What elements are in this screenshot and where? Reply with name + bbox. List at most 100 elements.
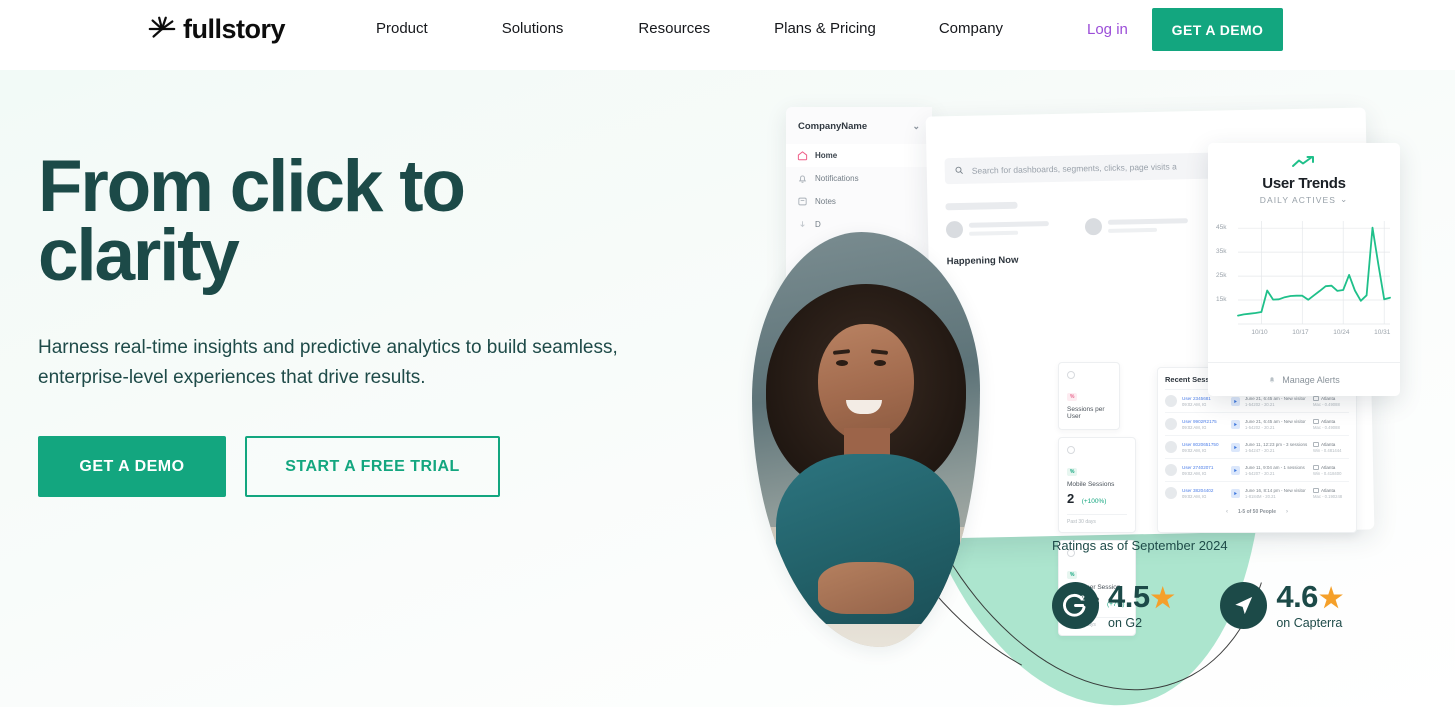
session-desc-sub: 1-54207 - 20.21: [1245, 470, 1275, 476]
home-icon: [797, 150, 808, 161]
logo-text: fullstory: [183, 14, 286, 44]
logo[interactable]: fullstory: [147, 14, 286, 44]
trend-card-subtitle[interactable]: DAILY ACTIVES ⌄: [1208, 194, 1400, 205]
session-user-sub: 09:02 AM, IG: [1182, 424, 1207, 430]
monitor-icon: [1313, 395, 1319, 401]
user-trends-chart: 15k 25k 35k 45k 10/10 10/17 10/24 10/31: [1216, 217, 1392, 342]
bell-icon: [797, 173, 808, 184]
session-location-sub: Mac - 0.49088: [1313, 401, 1340, 407]
note-icon: [797, 196, 808, 207]
chevron-down-icon: ⌄: [1340, 194, 1349, 204]
play-icon[interactable]: [1231, 442, 1240, 452]
play-icon[interactable]: [1231, 465, 1240, 475]
bell-icon: [1268, 375, 1276, 384]
star-icon: ★: [1318, 583, 1343, 613]
header-get-a-demo-button[interactable]: GET A DEMO: [1152, 8, 1283, 51]
manage-alerts-label: Manage Alerts: [1282, 374, 1340, 385]
session-user: User 27402071: [1182, 464, 1214, 470]
sidebar-item-label: D: [815, 220, 821, 229]
rating-badge-capterra: 4.6 ★ on Capterra: [1220, 579, 1343, 630]
table-row[interactable]: User 8020651750 09:02 AM, IG June 11, 12…: [1165, 435, 1349, 458]
company-selector[interactable]: CompanyName ⌄: [786, 107, 932, 144]
pagination-prev[interactable]: ‹: [1226, 509, 1228, 515]
table-row[interactable]: User 9902R2175 09:02 AM, IG June 21, 6:4…: [1165, 412, 1349, 435]
session-user-sub: 09:02 AM, IG: [1182, 447, 1207, 453]
hero-page: fullstory Product Solutions Resources Pl…: [0, 0, 1455, 707]
sidebar-item-label: Notifications: [815, 174, 859, 183]
session-location: Atlanta: [1321, 464, 1336, 470]
session-location: Atlanta: [1321, 395, 1336, 401]
rating-score: 4.6: [1276, 579, 1318, 614]
monitor-icon: [1313, 487, 1319, 493]
session-location: Atlanta: [1321, 441, 1336, 447]
ratings-block: Ratings as of September 2024 2 4.5 ★ on …: [1052, 538, 1343, 630]
nav-item-solutions[interactable]: Solutions: [502, 18, 564, 40]
svg-text:2: 2: [1080, 593, 1084, 602]
nav-item-company[interactable]: Company: [939, 18, 1003, 40]
pagination-next[interactable]: ›: [1286, 509, 1288, 515]
session-location-sub: Mac - 0.49088: [1313, 424, 1340, 430]
chevron-down-icon: ⌄: [912, 121, 920, 131]
ratings-note: Ratings as of September 2024: [1052, 538, 1228, 553]
play-icon[interactable]: [1231, 488, 1240, 498]
session-location: Atlanta: [1321, 487, 1336, 493]
site-header: fullstory Product Solutions Resources Pl…: [0, 0, 1455, 70]
play-icon[interactable]: [1231, 396, 1240, 406]
session-user: User 9902R2175: [1182, 418, 1217, 424]
sidebar-item-label: Notes: [815, 197, 836, 206]
nav-item-product[interactable]: Product: [376, 18, 428, 40]
table-row[interactable]: User 38204402 09:02 AM, IG June 16, 8:14…: [1165, 481, 1349, 504]
avatar: [1165, 395, 1177, 407]
play-icon[interactable]: [1231, 419, 1240, 429]
metric-card-sessions-per-user: % Sessions per User: [1058, 362, 1120, 430]
nav-item-resources[interactable]: Resources: [638, 18, 710, 40]
capterra-logo-icon: [1220, 581, 1268, 629]
nav-item-plans-pricing[interactable]: Plans & Pricing: [774, 18, 876, 40]
sidebar-item-home[interactable]: Home: [786, 144, 932, 167]
status-badge: %: [1067, 468, 1078, 476]
avatar: [1165, 464, 1177, 476]
rating-source: on Capterra: [1276, 616, 1343, 630]
session-location-sub: Win - 0.481444: [1313, 447, 1342, 453]
x-axis-tick-label: 10/10: [1251, 329, 1268, 336]
sidebar-item-notifications[interactable]: Notifications: [786, 167, 932, 190]
session-location-sub: Win - 0.418400: [1313, 470, 1342, 476]
session-desc: June 21, 6:45 am - New visitor: [1245, 395, 1306, 401]
metric-label: Sessions per User: [1067, 406, 1105, 420]
x-axis-tick-label: 10/17: [1292, 329, 1309, 336]
metric-footer: Past 30 days: [1067, 514, 1127, 525]
skeleton-section-title: [945, 201, 1018, 211]
rating-score: 4.5: [1108, 579, 1150, 614]
monitor-icon: [1313, 441, 1319, 447]
login-link[interactable]: Log in: [1087, 19, 1128, 41]
monitor-icon: [1313, 464, 1319, 470]
session-user: User 8020651750: [1182, 441, 1219, 447]
fullstory-starburst-icon: [147, 14, 177, 44]
y-axis-tick-label: 15k: [1216, 296, 1227, 304]
session-desc-sub: 1-8184M - 20.21: [1245, 493, 1276, 499]
sidebar-item-notes[interactable]: Notes: [786, 190, 932, 213]
session-user: User 2345681: [1182, 395, 1211, 401]
download-icon: [797, 219, 808, 230]
avatar: [1165, 441, 1177, 453]
search-icon: [955, 162, 964, 180]
y-axis-tick-label: 35k: [1216, 248, 1227, 256]
hero-photo-woman-at-desk: [752, 232, 980, 647]
x-axis-tick-label: 10/31: [1374, 329, 1391, 336]
avatar: [1165, 418, 1177, 430]
session-user-sub: 09:02 AM, IG: [1182, 493, 1207, 499]
trend-card-title: User Trends: [1262, 175, 1346, 192]
session-desc-sub: 1-54202 - 20.21: [1245, 401, 1275, 407]
avatar: [1165, 487, 1177, 499]
manage-alerts-button[interactable]: Manage Alerts: [1208, 362, 1400, 396]
session-user: User 38204402: [1182, 487, 1214, 493]
skeleton-card: [1085, 216, 1211, 236]
table-row[interactable]: User 27402071 09:02 AM, IG June 11, 9:04…: [1165, 458, 1349, 481]
search-placeholder: Search for dashboards, segments, clicks,…: [971, 161, 1177, 176]
rating-source: on G2: [1108, 616, 1143, 630]
monitor-icon: [1313, 418, 1319, 424]
status-badge: %: [1067, 393, 1078, 401]
info-icon: [1067, 371, 1075, 379]
session-location-sub: Mac - 0.190248: [1313, 493, 1343, 499]
company-name: CompanyName: [798, 121, 868, 132]
